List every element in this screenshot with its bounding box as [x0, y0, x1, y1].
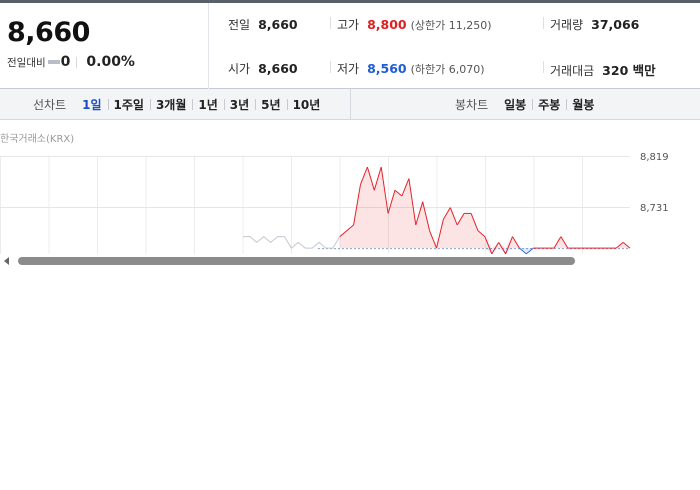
lower-limit: (하한가 6,070) — [410, 63, 485, 76]
tab-3-years[interactable]: 3년 — [223, 96, 255, 113]
tab-1-year[interactable]: 1년 — [192, 96, 223, 113]
candle-chart-title: 봉차트 — [455, 97, 489, 112]
amount-value: 320 백만 — [602, 63, 656, 78]
high-label: 고가 — [337, 18, 360, 32]
price-box: 8,660 전일대비 0 0.00% — [0, 3, 209, 89]
tab-5-years[interactable]: 5년 — [255, 96, 286, 113]
tab-1-day[interactable]: 1일 — [76, 96, 107, 113]
prev-close-label: 전일 — [228, 18, 251, 32]
tab-10-years[interactable]: 10년 — [286, 96, 327, 113]
change-rate: 0.00% — [86, 54, 135, 70]
price-chart-svg: 8,8198,7318,644 — [0, 152, 669, 255]
amount-cell: 거래대금 320 백만 — [550, 60, 656, 79]
scroll-left-arrow-icon[interactable] — [4, 257, 9, 265]
scrollbar-thumb[interactable] — [18, 257, 575, 265]
low-cell: 저가 8,560 (하한가 6,070) — [337, 60, 485, 77]
tab-weekly-candle[interactable]: 주봉 — [532, 96, 566, 113]
tab-3-months[interactable]: 3개월 — [149, 96, 192, 113]
prev-close-cell: 전일 8,660 — [228, 16, 298, 33]
line-tab-list: 선차트 1일 1주일 3개월 1년 3년 5년 10년 — [33, 89, 326, 119]
line-chart-tabs: 선차트 1일 1주일 3개월 1년 3년 5년 10년 — [0, 89, 351, 119]
high-value: 8,800 — [367, 17, 407, 32]
amount-label: 거래대금 — [550, 64, 595, 78]
line-chart-title: 선차트 — [33, 97, 67, 112]
prev-close-value: 8,660 — [258, 17, 298, 32]
candle-tab-list: 봉차트 일봉 주봉 월봉 — [455, 89, 600, 119]
low-value: 8,560 — [367, 61, 407, 76]
tab-daily-candle[interactable]: 일봉 — [498, 96, 532, 113]
change-row: 전일대비 0 0.00% — [7, 54, 135, 70]
divider — [330, 17, 331, 29]
change-value: 0 — [60, 54, 71, 70]
divider — [543, 61, 544, 73]
current-price: 8,660 — [7, 17, 90, 48]
change-label: 전일대비 — [7, 56, 46, 69]
volume-value: 37,066 — [591, 17, 640, 32]
volume-cell: 거래량 37,066 — [550, 16, 639, 33]
chart-scrollbar[interactable] — [0, 254, 700, 268]
volume-label: 거래량 — [550, 18, 584, 32]
price-chart: 한국거래소(KRX) 8,8198,7318,644 — [0, 120, 700, 255]
divider — [330, 61, 331, 73]
tab-1-week[interactable]: 1주일 — [107, 96, 150, 113]
flat-change-icon — [47, 60, 60, 64]
open-cell: 시가 8,660 — [228, 60, 298, 77]
chart-tabs: 선차트 1일 1주일 3개월 1년 3년 5년 10년 봉차트 일봉 주봉 월봉 — [0, 89, 700, 120]
upper-limit: (상한가 11,250) — [410, 19, 492, 32]
quote-summary: 8,660 전일대비 0 0.00% 전일 8,660 고가 8,800 (상한… — [0, 3, 700, 89]
low-label: 저가 — [337, 62, 360, 76]
quote-cells: 전일 8,660 고가 8,800 (상한가 11,250) 거래량 37,06… — [210, 3, 700, 89]
open-value: 8,660 — [258, 61, 298, 76]
tab-monthly-candle[interactable]: 월봉 — [566, 96, 600, 113]
y-tick-label: 8,819 — [640, 152, 669, 163]
high-cell: 고가 8,800 (상한가 11,250) — [337, 16, 492, 33]
open-label: 시가 — [228, 62, 251, 76]
divider — [76, 56, 78, 68]
y-tick-label: 8,731 — [640, 203, 669, 214]
divider — [543, 17, 544, 29]
